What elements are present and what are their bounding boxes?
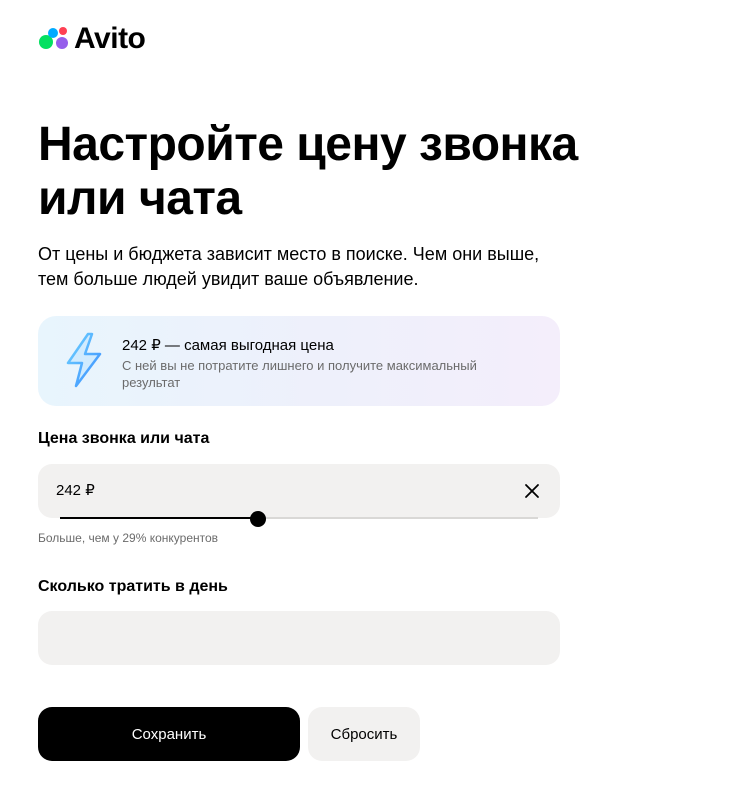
price-slider[interactable] xyxy=(60,511,538,527)
best-price-title: 242 ₽ — самая выгодная цена xyxy=(122,337,334,354)
save-button[interactable]: Сохранить xyxy=(38,707,300,761)
price-value: 242 ₽ xyxy=(56,482,95,499)
daily-budget-label: Сколько тратить в день xyxy=(38,578,228,595)
competitor-hint: Больше, чем у 29% конкурентов xyxy=(38,531,219,545)
lightning-icon xyxy=(66,332,102,388)
page-title: Настройте цену звонка или чата xyxy=(38,118,578,225)
clear-icon[interactable] xyxy=(522,481,542,501)
best-price-text: С ней вы не потратите лишнего и получите… xyxy=(122,358,477,390)
avito-logo[interactable]: Avito xyxy=(38,22,146,56)
logo-text: Avito xyxy=(74,22,146,55)
reset-button[interactable]: Сбросить xyxy=(308,707,420,761)
slider-thumb[interactable] xyxy=(250,511,267,527)
daily-budget-input[interactable] xyxy=(38,611,560,665)
price-label: Цена звонка или чата xyxy=(38,430,210,447)
price-input[interactable]: 242 ₽ xyxy=(38,464,560,518)
slider-fill xyxy=(60,517,259,519)
page-subtitle: От цены и бюджета зависит место в поиске… xyxy=(38,244,540,289)
best-price-banner: 242 ₽ — самая выгодная цена С ней вы не … xyxy=(38,316,560,406)
logo-dots-icon xyxy=(38,23,70,55)
